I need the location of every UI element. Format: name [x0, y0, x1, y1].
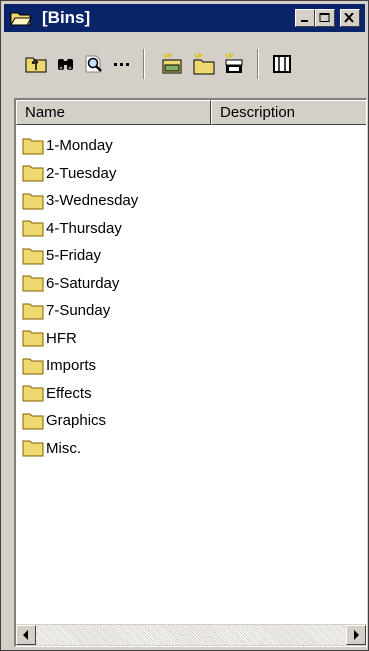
list-item[interactable]: HFR	[22, 325, 138, 353]
bin-name: 3-Wednesday	[46, 192, 139, 210]
magnifier-icon	[85, 55, 102, 73]
list-item[interactable]: 4-Thursday	[22, 215, 138, 243]
folder-open-icon	[10, 12, 32, 26]
new-folder-button[interactable]	[191, 51, 217, 77]
toolbar-separator	[257, 49, 259, 79]
scroll-track[interactable]	[36, 625, 346, 645]
folder-icon	[22, 275, 44, 292]
list-item[interactable]: Imports	[22, 352, 138, 380]
maximize-button[interactable]	[315, 9, 335, 27]
list-item[interactable]: 2-Tuesday	[22, 160, 138, 188]
close-button[interactable]	[340, 9, 360, 27]
list-item[interactable]: 1-Monday	[22, 132, 138, 160]
column-view-icon	[273, 55, 291, 73]
list-item[interactable]: 6-Saturday	[22, 270, 138, 298]
list-item[interactable]: 3-Wednesday	[22, 187, 138, 215]
search-button[interactable]	[81, 51, 107, 77]
folder-icon	[22, 303, 44, 320]
scroll-right-button[interactable]	[346, 625, 366, 645]
list-header: Name Description	[16, 100, 366, 125]
folder-icon	[22, 193, 44, 210]
toolbar-separator	[143, 49, 145, 79]
title-bar[interactable]: [Bins]	[4, 4, 365, 32]
bin-name: HFR	[46, 329, 77, 347]
list-item[interactable]: Effects	[22, 380, 138, 408]
bin-name: 1-Monday	[46, 137, 113, 155]
new-bin-icon	[162, 53, 182, 74]
maximize-icon	[319, 13, 330, 22]
folder-icon	[22, 330, 44, 347]
column-header-name[interactable]: Name	[16, 100, 211, 125]
bin-name: 7-Sunday	[46, 302, 111, 320]
folder-icon	[22, 440, 44, 457]
bin-name: Effects	[46, 384, 92, 402]
folder-icon	[22, 385, 44, 402]
find-button[interactable]	[53, 51, 79, 77]
folder-icon	[22, 220, 44, 237]
more-button[interactable]	[109, 51, 135, 77]
bin-name: 2-Tuesday	[46, 164, 117, 182]
close-icon	[344, 13, 354, 23]
columns-button[interactable]	[269, 51, 295, 77]
new-folder-icon	[193, 53, 215, 75]
right-arrow-icon	[354, 630, 359, 640]
folder-icon	[22, 165, 44, 182]
folder-up-button[interactable]	[23, 51, 49, 77]
new-sequence-button[interactable]	[221, 51, 247, 77]
bin-name: Misc.	[46, 439, 81, 457]
clapper-icon	[225, 53, 243, 73]
bin-name: 6-Saturday	[46, 274, 120, 292]
toolbar	[5, 41, 364, 87]
folder-icon	[22, 358, 44, 375]
folder-icon	[22, 248, 44, 265]
folder-icon	[22, 138, 44, 155]
left-arrow-icon	[23, 630, 28, 640]
minimize-button[interactable]	[295, 9, 315, 27]
minimize-icon	[301, 20, 308, 22]
bin-name: 5-Friday	[46, 247, 102, 265]
scroll-left-button[interactable]	[16, 625, 36, 645]
bin-name: 4-Thursday	[46, 219, 122, 237]
folder-up-icon	[25, 57, 47, 73]
new-bin-button[interactable]	[159, 51, 185, 77]
bin-list[interactable]: Name Description 1-Monday 2-Tuesday 3-We…	[14, 98, 367, 647]
bin-rows: 1-Monday 2-Tuesday 3-Wednesday 4-Thursda…	[22, 132, 138, 462]
bin-name: Imports	[46, 357, 97, 375]
bins-window: [Bins] Name Description 1-Monday 2-Tuesd…	[0, 0, 369, 651]
bin-name: Graphics	[46, 412, 107, 430]
column-header-description[interactable]: Description	[211, 100, 366, 125]
ellipsis-icon	[114, 63, 129, 66]
list-item[interactable]: 5-Friday	[22, 242, 138, 270]
window-title: [Bins]	[42, 8, 91, 27]
list-item[interactable]: Graphics	[22, 407, 138, 435]
folder-icon	[22, 413, 44, 430]
horizontal-scrollbar[interactable]	[16, 624, 366, 646]
list-item[interactable]: 7-Sunday	[22, 297, 138, 325]
list-item[interactable]: Misc.	[22, 435, 138, 463]
binoculars-find-icon	[58, 59, 73, 70]
